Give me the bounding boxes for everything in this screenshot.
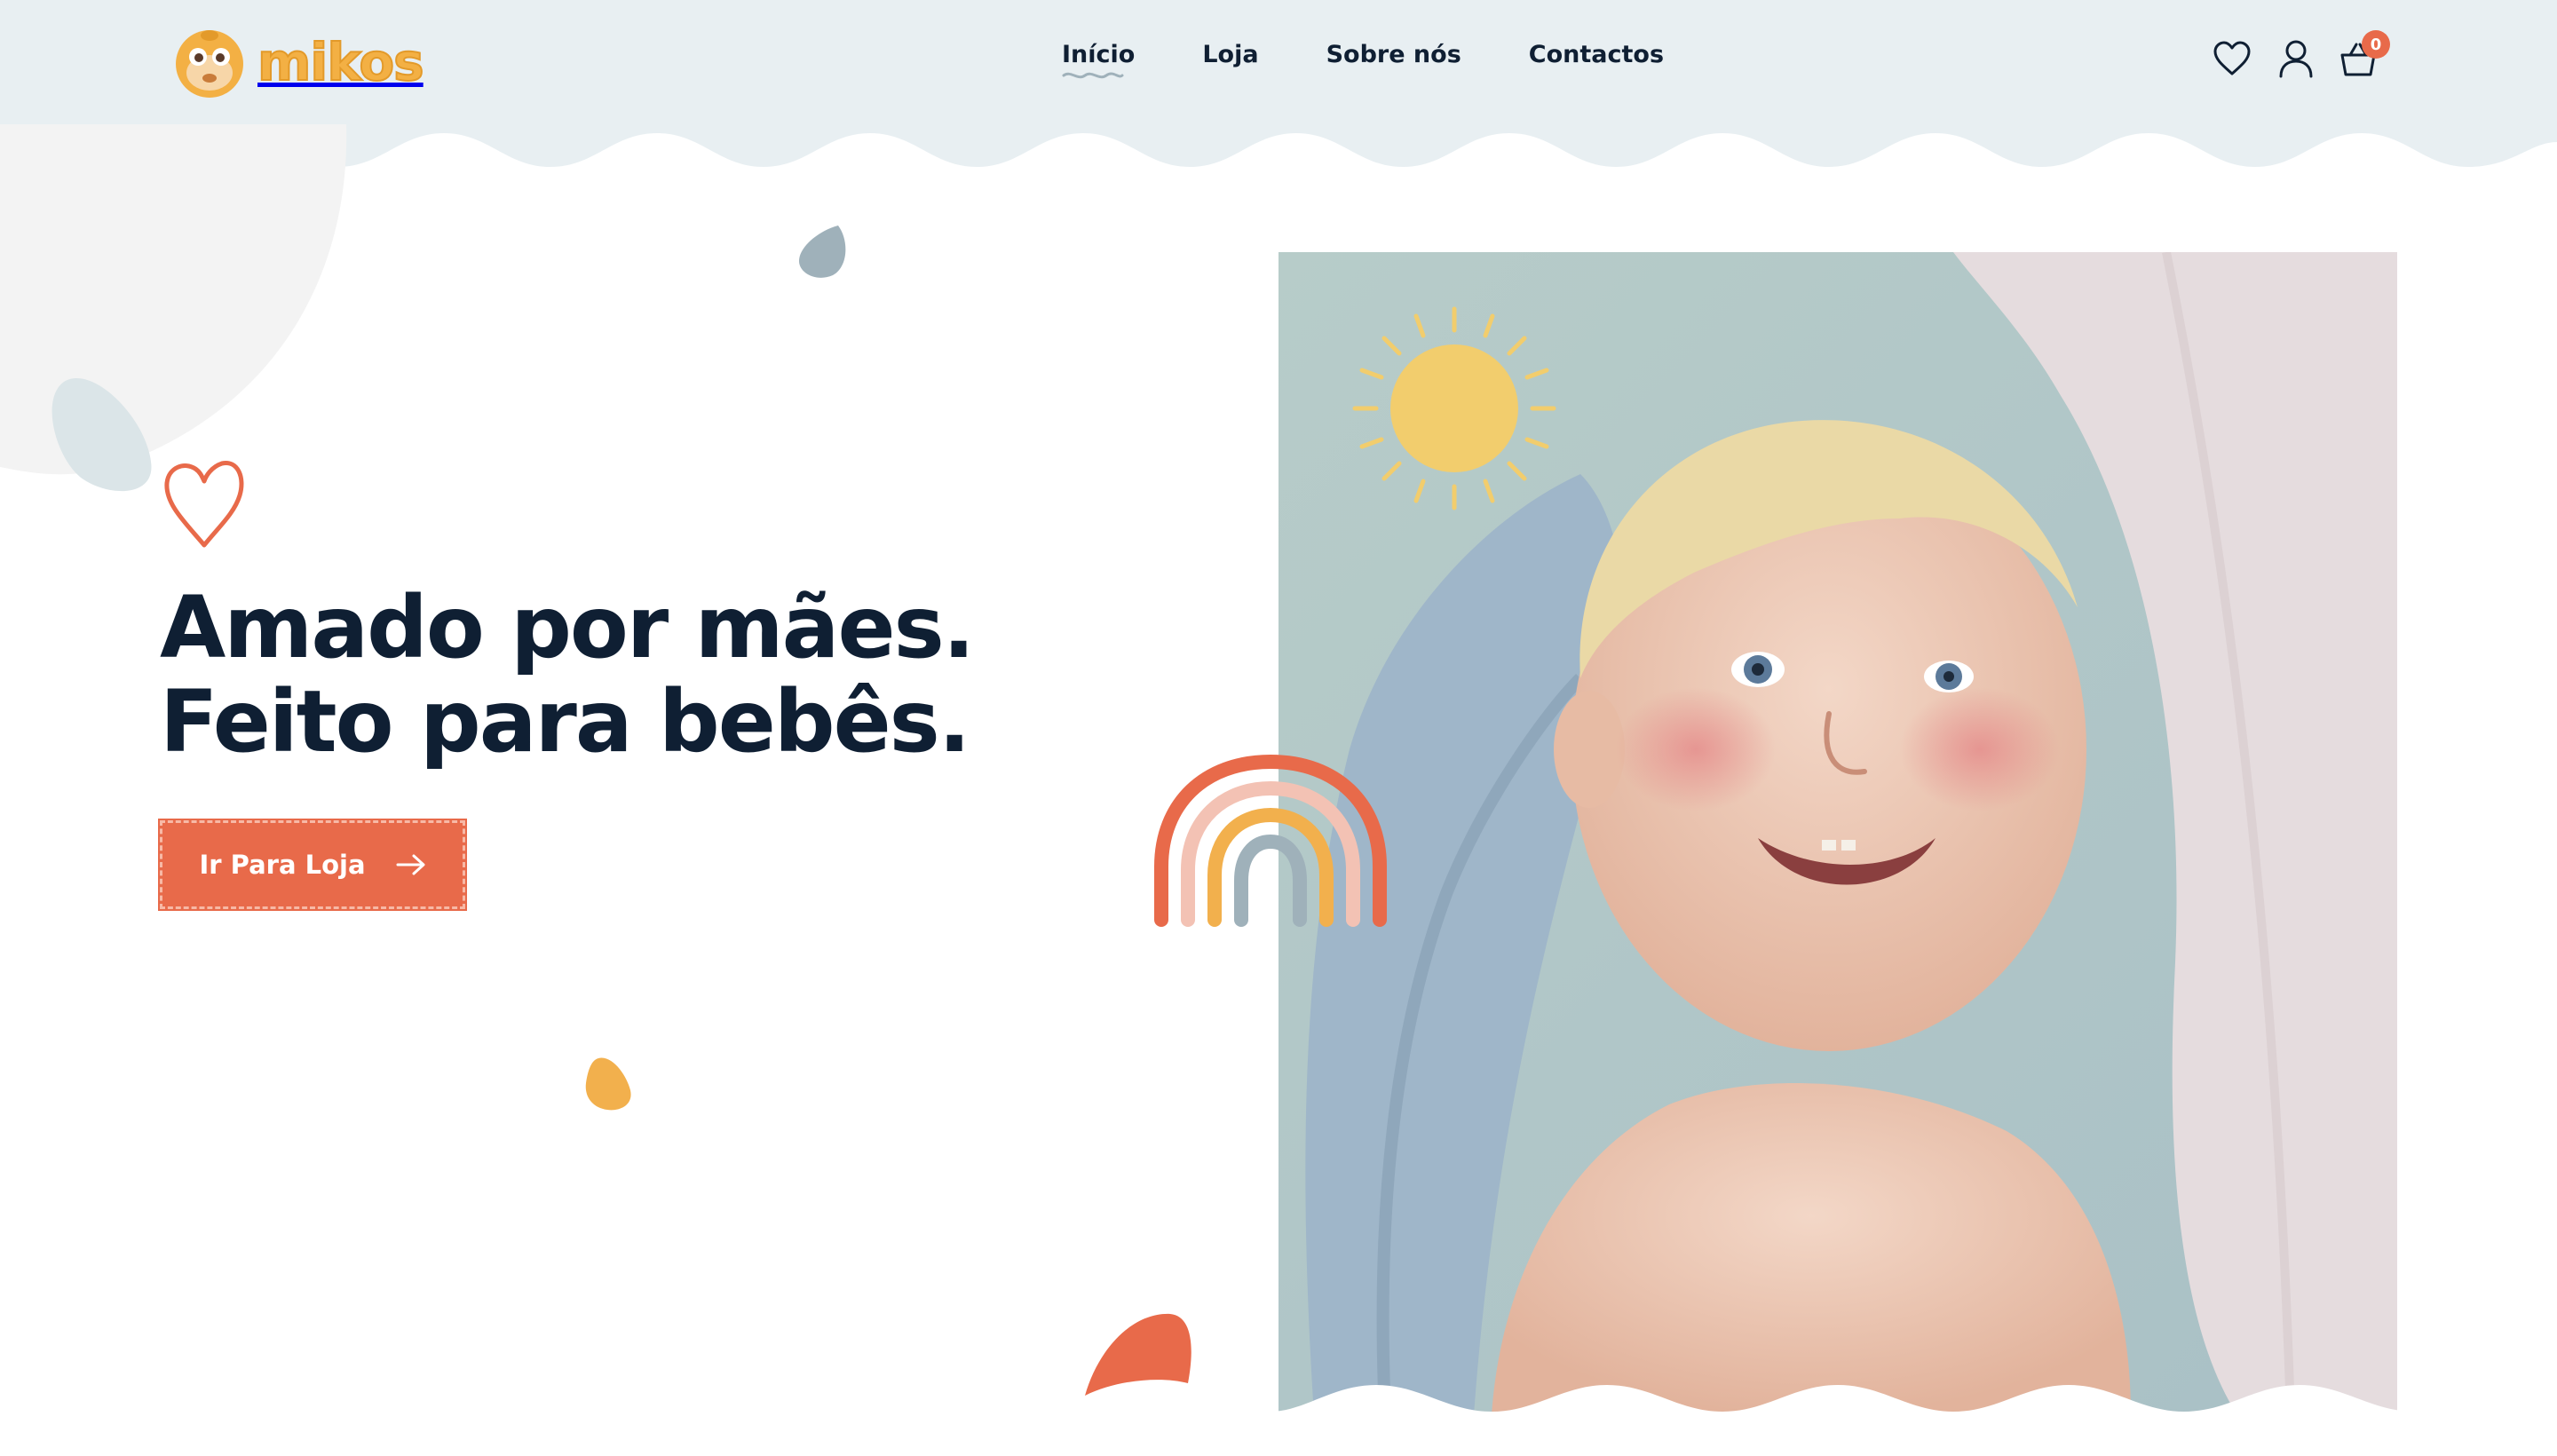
nav-item-sobre-nos[interactable]: Sobre nós [1326,41,1461,81]
nav-item-contactos[interactable]: Contactos [1529,41,1664,81]
hero-photo [1278,252,2397,1415]
nav-item-label: Contactos [1528,41,1665,68]
heart-icon [2213,41,2251,75]
nav-item-loja[interactable]: Loja [1202,41,1258,81]
nav-item-label: Sobre nós [1326,41,1461,68]
nav-item-inicio[interactable]: Início [1062,41,1135,81]
logo-text: mikos [257,31,425,93]
cta-label: Ir Para Loja [199,850,366,880]
cart-button[interactable]: 0 [2337,30,2390,80]
rainbow-decoration [1154,754,1387,927]
account-button[interactable] [2275,37,2317,80]
monkey-logo-icon [176,30,243,98]
leaf-decoration [1085,1313,1191,1396]
baby-photo-illustration [1278,252,2397,1415]
active-underline [1062,72,1124,79]
hero-title: Amado por mães. Feito para bebês. [160,578,975,772]
drop-decoration [799,226,846,278]
cart-count-badge: 0 [2362,30,2390,59]
heart-decoration [164,461,244,548]
main-nav: Início Loja Sobre nós Contactos [1062,41,1664,81]
hero-title-line: Amado por mães. [160,578,975,677]
nav-item-label: Loja [1202,41,1259,68]
shop-cta-button[interactable]: Ir Para Loja [158,819,467,911]
user-icon [2279,40,2313,78]
drop-decoration [585,1057,631,1111]
hero-title-line: Feito para bebês. [160,672,970,772]
wishlist-button[interactable] [2211,37,2253,80]
site-header: mikos Início Loja Sobre nós Contactos 0 [0,0,2557,124]
arrow-right-icon [396,854,425,875]
logo[interactable]: mikos [174,20,425,105]
drop-decoration [51,378,152,492]
photo-wave-edge [1270,1385,2415,1456]
nav-item-label: Início [1062,41,1136,68]
